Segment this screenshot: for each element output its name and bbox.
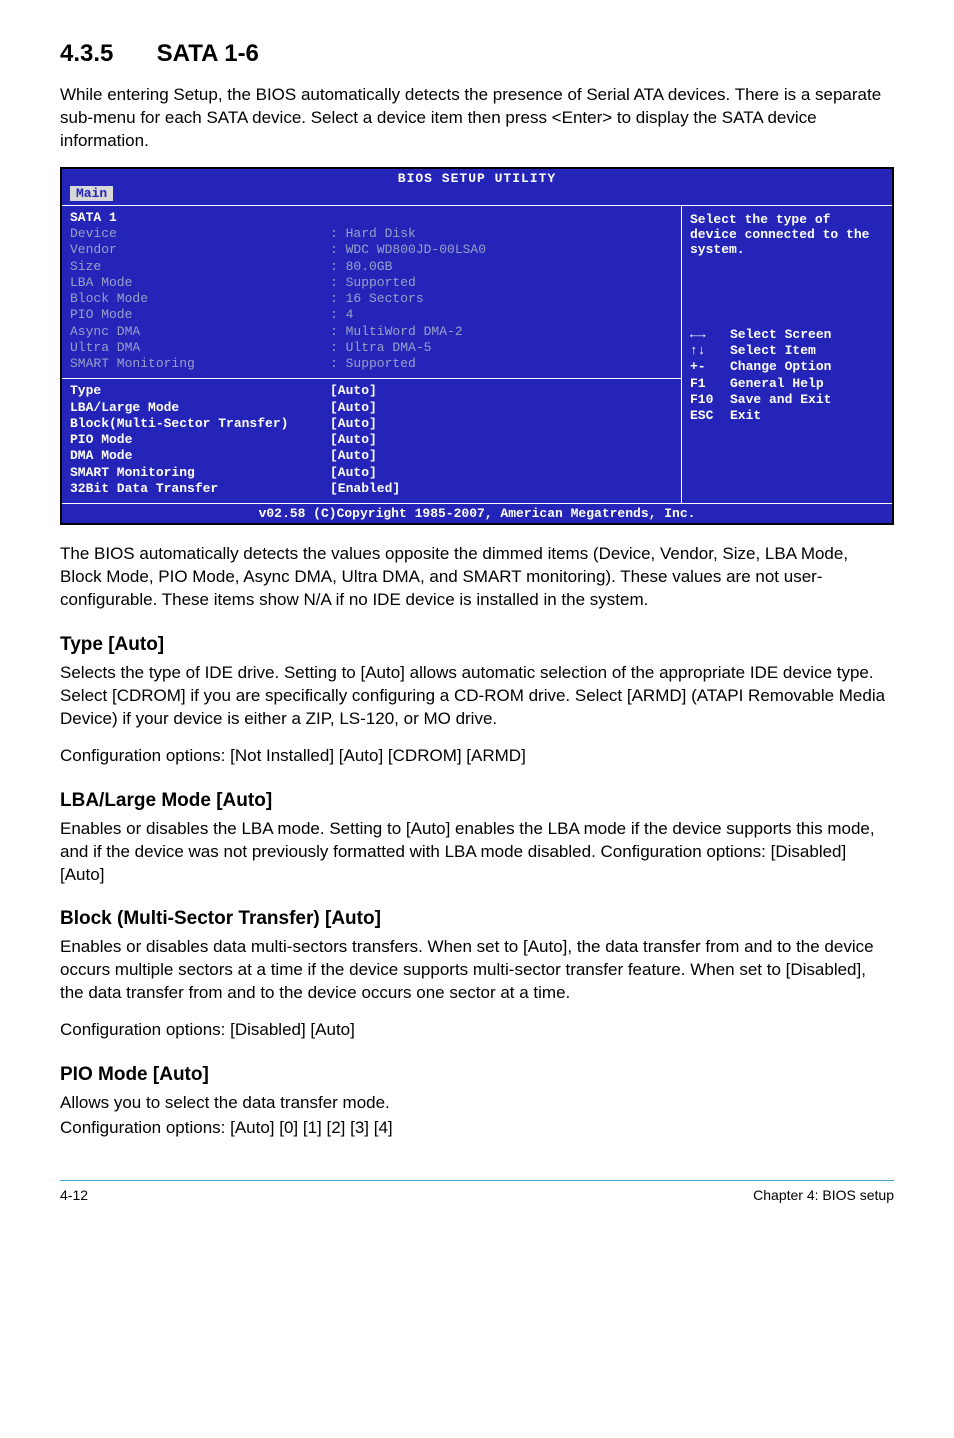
option-row[interactable]: PIO Mode[Auto]	[70, 432, 673, 448]
info-row: LBA Mode: Supported	[70, 275, 673, 291]
option-row[interactable]: DMA Mode[Auto]	[70, 448, 673, 464]
info-row: Vendor: WDC WD800JD-00LSA0	[70, 242, 673, 258]
bios-tab-row: Main	[62, 186, 892, 205]
bios-key-legend: ←→Select Screen ↑↓Select Item +-Change O…	[690, 327, 884, 425]
bios-copyright: v02.58 (C)Copyright 1985-2007, American …	[62, 504, 892, 523]
page-number: 4-12	[60, 1187, 88, 1203]
section-title-text: SATA 1-6	[157, 40, 259, 67]
bios-help-text: Select the type of device connected to t…	[690, 212, 884, 257]
block-paragraph-2: Configuration options: [Disabled] [Auto]	[60, 1019, 894, 1042]
type-paragraph-1: Selects the type of IDE drive. Setting t…	[60, 662, 894, 731]
bios-utility-box: BIOS SETUP UTILITY Main SATA 1 Device: H…	[60, 167, 894, 525]
sub-heading-lba: LBA/Large Mode [Auto]	[60, 790, 894, 812]
info-row: Device: Hard Disk	[70, 226, 673, 242]
bios-help-pane: Select the type of device connected to t…	[682, 206, 892, 503]
bios-title: BIOS SETUP UTILITY	[62, 169, 892, 186]
option-row[interactable]: 32Bit Data Transfer[Enabled]	[70, 481, 673, 497]
chapter-label: Chapter 4: BIOS setup	[753, 1187, 894, 1203]
type-paragraph-2: Configuration options: [Not Installed] […	[60, 745, 894, 768]
pio-paragraph-1: Allows you to select the data transfer m…	[60, 1092, 894, 1115]
option-row[interactable]: LBA/Large Mode[Auto]	[70, 400, 673, 416]
option-row[interactable]: Type[Auto]	[70, 383, 673, 399]
footer-rule	[60, 1180, 894, 1181]
info-row: SMART Monitoring: Supported	[70, 356, 673, 372]
page-footer: 4-12 Chapter 4: BIOS setup	[60, 1187, 894, 1203]
block-paragraph-1: Enables or disables data multi-sectors t…	[60, 936, 894, 1005]
bios-left-pane: SATA 1 Device: Hard Disk Vendor: WDC WD8…	[62, 206, 682, 503]
sub-heading-type: Type [Auto]	[60, 634, 894, 656]
info-row: PIO Mode: 4	[70, 307, 673, 323]
intro-paragraph: While entering Setup, the BIOS automatic…	[60, 84, 894, 153]
section-number: 4.3.5	[60, 40, 150, 68]
sub-heading-pio: PIO Mode [Auto]	[60, 1064, 894, 1086]
info-row: Size: 80.0GB	[70, 259, 673, 275]
lba-paragraph: Enables or disables the LBA mode. Settin…	[60, 818, 894, 887]
section-heading: 4.3.5 SATA 1-6	[60, 40, 894, 68]
tab-main[interactable]: Main	[70, 186, 113, 201]
after-bios-paragraph: The BIOS automatically detects the value…	[60, 543, 894, 612]
info-row: Block Mode: 16 Sectors	[70, 291, 673, 307]
pio-paragraph-2: Configuration options: [Auto] [0] [1] [2…	[60, 1117, 894, 1140]
option-row[interactable]: SMART Monitoring[Auto]	[70, 465, 673, 481]
info-row: Ultra DMA: Ultra DMA-5	[70, 340, 673, 356]
sub-heading-block: Block (Multi-Sector Transfer) [Auto]	[60, 908, 894, 930]
sata-panel-title: SATA 1	[70, 210, 673, 226]
option-row[interactable]: Block(Multi-Sector Transfer)[Auto]	[70, 416, 673, 432]
info-row: Async DMA: MultiWord DMA-2	[70, 324, 673, 340]
